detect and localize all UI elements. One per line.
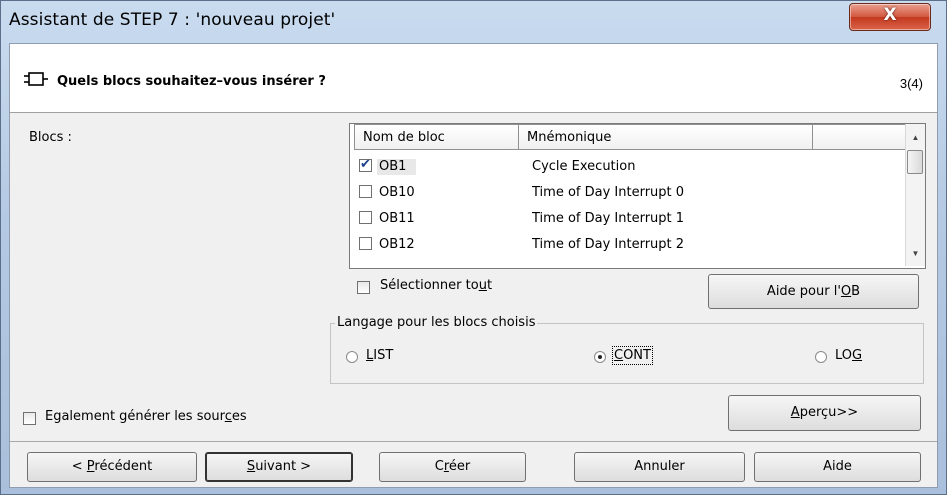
- footer-divider: [10, 441, 937, 442]
- scroll-thumb[interactable]: [907, 150, 923, 174]
- wizard-header: Quels blocs souhaitez–vous insérer ? 3(4…: [10, 44, 937, 113]
- help-button[interactable]: Aide: [754, 452, 921, 482]
- block-mnemonic: Time of Day Interrupt 1: [532, 211, 685, 226]
- block-icon: [24, 72, 48, 86]
- scroll-up-arrow-icon[interactable]: ▲: [906, 128, 925, 148]
- radio-cont-label[interactable]: CONT: [612, 346, 653, 365]
- generate-sources-checkbox[interactable]: [23, 412, 36, 425]
- column-header-block-name[interactable]: Nom de bloc: [354, 124, 519, 150]
- block-row[interactable]: OB10 Time of Day Interrupt 0: [350, 181, 905, 204]
- preview-button[interactable]: Aperçu>>: [728, 395, 921, 431]
- block-name: OB1: [377, 159, 417, 175]
- create-button[interactable]: Créer: [379, 452, 526, 482]
- block-checkbox[interactable]: [359, 157, 372, 172]
- help-ob-button[interactable]: Aide pour l'OB: [708, 274, 919, 309]
- step-indicator: 3(4): [899, 76, 923, 91]
- block-name: OB11: [379, 211, 415, 226]
- title-bar[interactable]: Assistant de STEP 7 : 'nouveau projet' X: [1, 1, 946, 43]
- wizard-question: Quels blocs souhaitez–vous insérer ?: [57, 74, 326, 89]
- block-row[interactable]: OB1 Cycle Execution: [350, 155, 905, 178]
- block-row[interactable]: OB11 Time of Day Interrupt 1: [350, 207, 905, 230]
- radio-log[interactable]: [815, 351, 827, 363]
- radio-cont[interactable]: [594, 351, 606, 363]
- block-row[interactable]: OB12 Time of Day Interrupt 2: [350, 233, 905, 256]
- block-mnemonic: Time of Day Interrupt 0: [532, 185, 685, 200]
- block-checkbox[interactable]: [359, 237, 372, 250]
- block-name: OB10: [379, 185, 415, 200]
- next-button[interactable]: Suivant >: [205, 452, 353, 482]
- dialog-client-area: Quels blocs souhaitez–vous insérer ? 3(4…: [9, 43, 938, 488]
- block-checkbox[interactable]: [359, 211, 372, 224]
- close-button[interactable]: X: [849, 3, 931, 31]
- block-mnemonic: Cycle Execution: [532, 159, 636, 174]
- cancel-button[interactable]: Annuler: [574, 452, 745, 482]
- select-all-checkbox[interactable]: [357, 281, 370, 294]
- column-header-mnemonic[interactable]: Mnémonique: [518, 124, 813, 150]
- select-all-label[interactable]: Sélectionner tout: [380, 278, 492, 293]
- scroll-down-arrow-icon[interactable]: ▼: [906, 244, 925, 264]
- blocks-label: Blocs :: [29, 130, 72, 145]
- radio-list[interactable]: [346, 351, 358, 363]
- generate-sources-label[interactable]: Egalement générer les sources: [45, 409, 247, 424]
- block-mnemonic: Time of Day Interrupt 2: [532, 237, 685, 252]
- window-title: Assistant de STEP 7 : 'nouveau projet': [9, 10, 336, 30]
- radio-list-label[interactable]: LIST: [366, 348, 393, 363]
- radio-log-label[interactable]: LOG: [835, 348, 862, 363]
- block-checkbox[interactable]: [359, 185, 372, 198]
- blocks-list-header: Nom de bloc Mnémonique: [350, 124, 906, 152]
- column-header-extra[interactable]: [812, 124, 906, 150]
- language-group-legend: Langage pour les blocs choisis: [335, 315, 538, 330]
- previous-button[interactable]: < Précédent: [27, 452, 197, 482]
- close-icon: X: [883, 5, 897, 25]
- blocks-list-scrollbar[interactable]: ▲ ▼: [905, 124, 925, 266]
- wizard-window: Assistant de STEP 7 : 'nouveau projet' X…: [0, 0, 947, 495]
- blocks-list[interactable]: Nom de bloc Mnémonique OB1 Cycle Executi…: [349, 123, 926, 269]
- block-name: OB12: [379, 237, 415, 252]
